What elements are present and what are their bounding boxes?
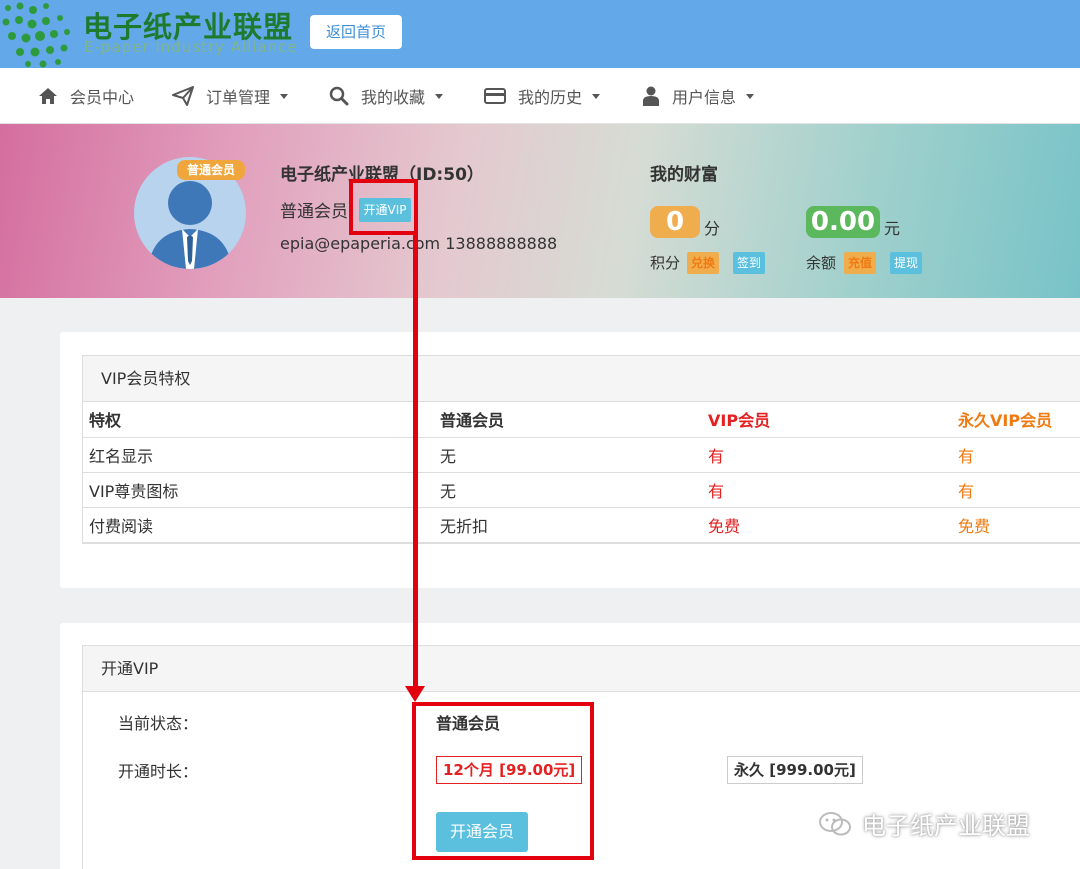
table-cell: 免费 (708, 507, 958, 543)
checkin-button[interactable]: 签到 (733, 252, 766, 274)
main-nav: 会员中心 订单管理 我的收藏 我的历史 用户信息 (0, 68, 1080, 124)
privileges-title: VIP会员特权 (83, 356, 1080, 402)
duration-label: 开通时长： (118, 762, 199, 781)
home-button[interactable]: 返回首页 (310, 15, 402, 49)
privileges-table: 特权 普通会员 VIP会员 永久VIP会员 红名显示 无 有 有 VIP尊贵图标… (83, 402, 1080, 543)
chevron-down-icon (280, 93, 289, 99)
watermark-text: 电子纸产业联盟 (862, 812, 1030, 840)
status-label: 当前状态： (118, 714, 199, 733)
table-cell: 有 (958, 437, 1080, 473)
nav-label: 我的历史 (518, 88, 583, 107)
send-icon (172, 86, 194, 106)
points-value: 0 (650, 206, 700, 238)
table-cell: 免费 (958, 507, 1080, 543)
privileges-panel: VIP会员特权 特权 普通会员 VIP会员 永久VIP会员 红名显示 无 有 有… (82, 355, 1080, 544)
nav-item-user-info[interactable]: 用户信息 (642, 68, 755, 124)
arrow-down-icon (405, 686, 425, 702)
open-vip-title: 开通VIP (83, 646, 1080, 692)
chevron-down-icon (435, 93, 444, 99)
column-header: 永久VIP会员 (958, 402, 1080, 438)
withdraw-button[interactable]: 提现 (890, 252, 923, 274)
nav-item-history[interactable]: 我的历史 (484, 68, 601, 124)
nav-label: 会员中心 (70, 88, 135, 107)
points-label: 积分 (650, 254, 681, 272)
nav-item-orders[interactable]: 订单管理 (172, 68, 289, 124)
wealth-title: 我的财富 (650, 165, 718, 185)
highlight-box-vip-button (349, 179, 418, 235)
column-header: VIP会员 (708, 402, 958, 438)
profile-contact: epia@epaperia.com 13888888888 (280, 234, 558, 253)
recharge-button[interactable]: 充值 (844, 252, 877, 274)
logo-dots-icon (2, 2, 70, 68)
highlight-box-open-form (412, 702, 594, 860)
chevron-down-icon (592, 93, 601, 99)
table-row: VIP尊贵图标 无 有 有 (83, 472, 1080, 508)
nav-label: 用户信息 (672, 88, 737, 107)
logo-subtitle: E-paper Industry Alliance (84, 38, 298, 56)
user-icon (643, 86, 659, 106)
table-cell: VIP尊贵图标 (83, 472, 440, 508)
table-row: 付费阅读 无折扣 免费 免费 (83, 507, 1080, 543)
nav-item-favorites[interactable]: 我的收藏 (329, 68, 444, 124)
search-icon (329, 86, 349, 106)
column-header: 普通会员 (440, 402, 708, 438)
table-cell: 无 (440, 472, 708, 508)
points-unit: 分 (704, 219, 721, 238)
nav-label: 订单管理 (206, 88, 271, 107)
wechat-icon (819, 811, 851, 835)
table-cell: 红名显示 (83, 437, 440, 473)
table-cell: 有 (708, 472, 958, 508)
table-cell: 无折扣 (440, 507, 708, 543)
duration-option-forever[interactable]: 永久 [999.00元] (727, 756, 863, 784)
balance-label: 余额 (806, 254, 837, 272)
table-cell: 无 (440, 437, 708, 473)
top-header: 电子纸产业联盟 E-paper Industry Alliance 返回首页 (0, 0, 1080, 68)
table-cell: 有 (958, 472, 1080, 508)
chevron-down-icon (746, 93, 755, 99)
column-header: 特权 (83, 402, 440, 438)
nav-item-member-center[interactable]: 会员中心 (38, 68, 134, 124)
table-row: 红名显示 无 有 有 (83, 437, 1080, 473)
nav-label: 我的收藏 (361, 88, 426, 107)
balance-value: 0.00 (806, 206, 880, 238)
table-cell: 有 (708, 437, 958, 473)
table-header-row: 特权 普通会员 VIP会员 永久VIP会员 (83, 402, 1080, 438)
table-cell: 付费阅读 (83, 507, 440, 543)
card-icon (484, 88, 506, 104)
exchange-button[interactable]: 兑换 (687, 252, 720, 274)
home-icon (39, 88, 57, 104)
annotation-arrow (413, 232, 418, 690)
profile-level: 普通会员 (280, 202, 348, 222)
member-badge: 普通会员 (177, 160, 245, 180)
watermark: 电子纸产业联盟 (818, 806, 1030, 841)
balance-unit: 元 (884, 219, 901, 238)
